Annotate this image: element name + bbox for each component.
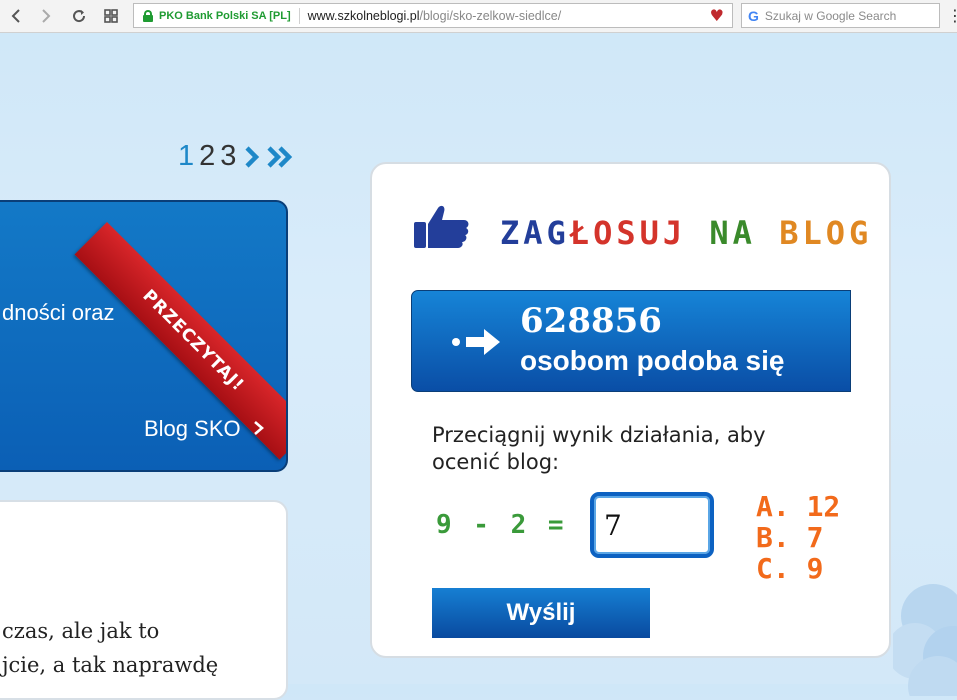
vote-title-part-3: NA	[686, 214, 780, 252]
page-link-3[interactable]: 3	[220, 140, 236, 173]
browser-toolbar: PKO Bank Polski SA [PL] www.szkolneblogi…	[0, 0, 957, 33]
option-a[interactable]: A. 12	[756, 491, 840, 522]
pagination: 1 2 3	[178, 140, 295, 173]
back-button[interactable]	[4, 4, 28, 28]
address-bar[interactable]: PKO Bank Polski SA [PL] www.szkolneblogi…	[133, 3, 733, 28]
google-icon: G	[748, 7, 759, 24]
thumbs-up-icon	[414, 205, 469, 248]
promo-text: dności oraz	[2, 300, 115, 325]
speed-dial-button[interactable]	[99, 4, 123, 28]
page-link-1[interactable]: 1	[178, 140, 194, 173]
promo-card[interactable]: PRZECZYTAJ! dności oraz Blog SKO	[0, 200, 288, 472]
answer-input[interactable]	[604, 504, 696, 546]
option-c[interactable]: C. 9	[756, 553, 840, 584]
likes-counter[interactable]: 628856 osobom podoba się	[411, 290, 851, 392]
article-excerpt: czas, ale jak to jcie, a tak naprawdę	[2, 614, 218, 682]
chevron-right-icon	[42, 9, 51, 23]
grid-icon	[104, 9, 118, 23]
captcha-equation: 9 - 2 =	[436, 510, 567, 540]
search-placeholder: Szukaj w Google Search	[764, 8, 897, 23]
article-line-2: jcie, a tak naprawdę	[2, 653, 219, 677]
option-b[interactable]: B. 7	[756, 522, 840, 553]
certificate-owner[interactable]: PKO Bank Polski SA [PL]	[159, 10, 291, 22]
arrow-right-icon	[452, 329, 500, 355]
cloud-decoration	[893, 584, 957, 696]
vote-panel: ZAGŁOSUJ NA BLOG 628856 osobom podoba si…	[370, 162, 891, 658]
next-page-icon[interactable]	[243, 144, 261, 170]
last-page-icon[interactable]	[265, 144, 295, 170]
vote-title: ZAGŁOSUJ NA BLOG	[500, 214, 872, 252]
answer-drop-box[interactable]	[590, 492, 714, 558]
answer-options: A. 12 B. 7 C. 9	[756, 491, 840, 584]
captcha-instruction: Przeciągnij wynik działania, aby ocenić …	[432, 423, 766, 474]
reload-icon	[73, 10, 86, 23]
article-line-1: czas, ale jak to	[2, 619, 160, 643]
page-link-2[interactable]: 2	[199, 140, 215, 173]
menu-icon[interactable]: ⋮	[947, 6, 957, 25]
likes-label: osobom podoba się	[520, 345, 785, 376]
chevron-right-icon	[253, 421, 264, 435]
likes-count: 628856	[520, 301, 662, 341]
lock-icon	[143, 9, 153, 22]
url-host: www.szkolneblogi.pl	[307, 8, 420, 23]
submit-button[interactable]: Wyślij	[432, 588, 650, 638]
reload-button[interactable]	[67, 4, 91, 28]
heart-icon[interactable]: ♥	[710, 6, 724, 25]
blog-sko-link[interactable]: Blog SKO	[144, 416, 265, 442]
vote-title-part-1: ZAG	[500, 214, 570, 252]
blog-sko-label: Blog SKO	[144, 416, 241, 441]
forward-button[interactable]	[34, 4, 58, 28]
vote-title-part-4: BLOG	[779, 214, 873, 252]
article-card: czas, ale jak to jcie, a tak naprawdę	[0, 500, 288, 700]
chevron-left-icon	[11, 9, 20, 23]
url-path: /blogi/sko-zelkow-siedlce/	[419, 8, 562, 23]
search-box[interactable]: G Szukaj w Google Search	[741, 3, 940, 28]
vote-title-part-2: ŁOSUJ	[569, 214, 687, 252]
url-divider	[298, 7, 300, 24]
